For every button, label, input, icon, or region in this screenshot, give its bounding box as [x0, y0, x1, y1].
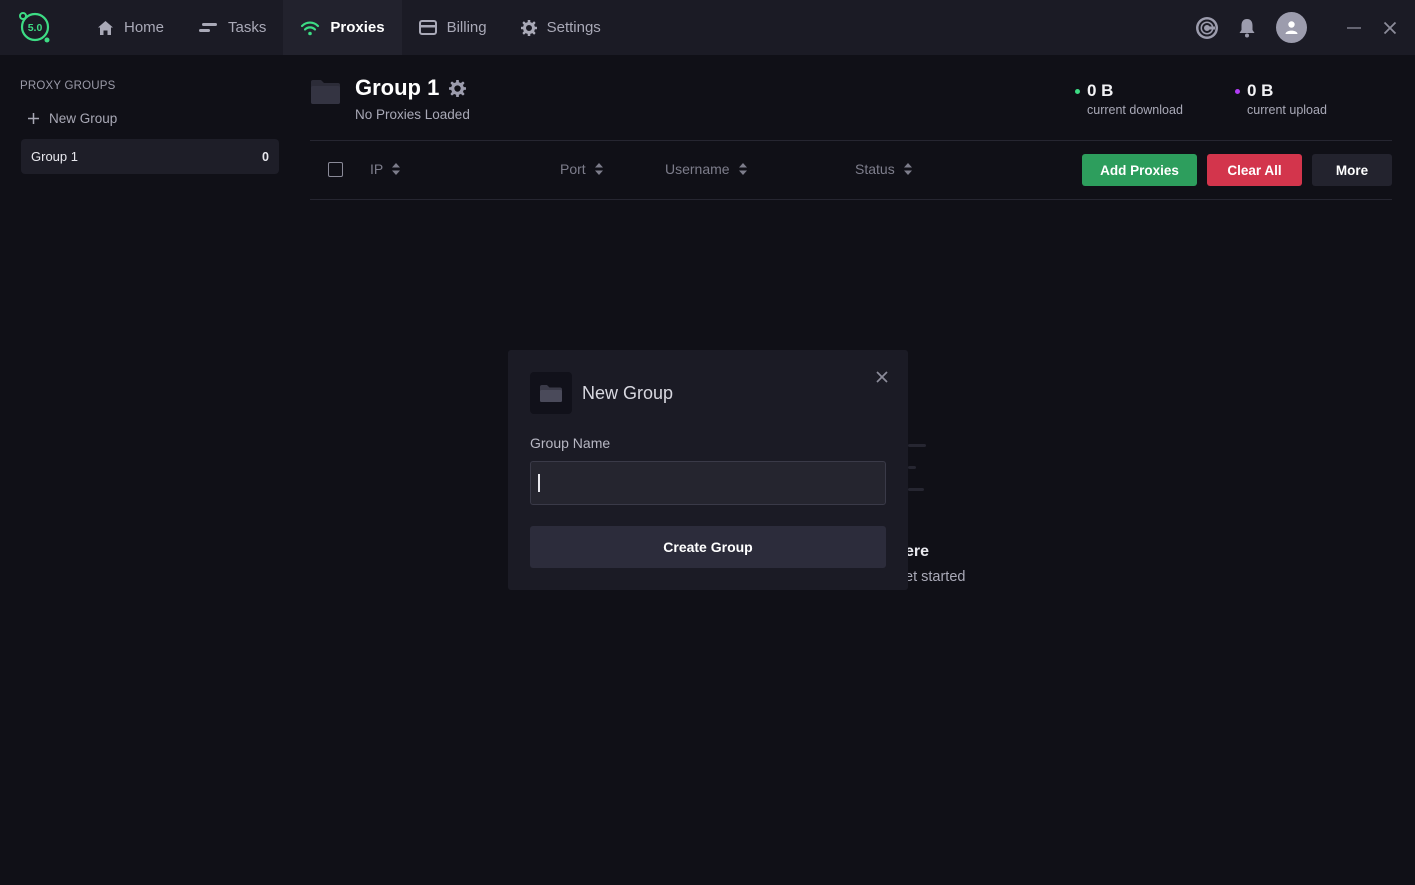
group-count: 0: [262, 149, 269, 164]
sort-icon: [738, 163, 747, 175]
main-nav: Home Tasks Proxies Billing Settings: [80, 0, 618, 55]
empty-state-title: ere: [905, 543, 930, 560]
close-window-button[interactable]: [1377, 15, 1403, 41]
app-logo[interactable]: 5.0: [18, 10, 52, 44]
nav-tasks[interactable]: Tasks: [181, 0, 283, 55]
folder-icon: [311, 80, 340, 104]
column-port[interactable]: Port: [560, 161, 603, 177]
group-subtitle: No Proxies Loaded: [355, 107, 470, 122]
brand-circle-button[interactable]: [1194, 15, 1220, 41]
divider: [310, 199, 1392, 200]
card-icon: [418, 20, 437, 35]
brand-circle-icon: [1196, 16, 1218, 39]
new-group-button[interactable]: New Group: [27, 111, 117, 126]
tasks-icon: [199, 22, 218, 32]
home-icon: [98, 20, 113, 35]
upload-dot: [1235, 88, 1240, 94]
download-dot: [1075, 88, 1080, 94]
create-group-button[interactable]: Create Group: [530, 526, 886, 568]
avatar[interactable]: [1276, 12, 1307, 43]
modal-folder-badge: [530, 372, 572, 414]
user-icon: [1285, 21, 1298, 34]
column-port-label: Port: [560, 161, 586, 177]
modal-close-button[interactable]: [876, 370, 888, 388]
download-stat: 0 B current download: [1075, 81, 1183, 117]
column-username[interactable]: Username: [665, 161, 747, 177]
upload-value: 0 B: [1247, 81, 1274, 100]
column-ip-label: IP: [370, 161, 384, 177]
new-group-modal: New Group Group Name Create Group: [508, 350, 908, 590]
nav-billing-label: Billing: [446, 19, 487, 36]
group-header: Group 1 No Proxies Loaded 0 B current do…: [310, 75, 1392, 141]
sidebar: PROXY GROUPS New Group Group 1 0: [0, 55, 298, 885]
column-status-label: Status: [855, 161, 895, 177]
sort-icon: [903, 163, 912, 175]
download-label: current download: [1087, 103, 1183, 117]
folder-icon: [540, 384, 562, 402]
nav-proxies[interactable]: Proxies: [283, 0, 402, 55]
column-username-label: Username: [665, 161, 730, 177]
group-name: Group 1: [31, 149, 78, 164]
nav-tasks-label: Tasks: [228, 19, 267, 36]
more-button[interactable]: More: [1312, 154, 1392, 186]
new-group-label: New Group: [49, 111, 118, 126]
group-name-label: Group Name: [530, 435, 611, 451]
nav-settings-label: Settings: [546, 19, 601, 36]
nav-home[interactable]: Home: [80, 0, 181, 55]
notifications-button[interactable]: [1234, 15, 1260, 41]
sort-icon: [392, 163, 401, 175]
minimize-icon: [1347, 26, 1361, 29]
logo-icon: 5.0: [19, 12, 50, 43]
column-ip[interactable]: IP: [370, 161, 401, 177]
plus-icon: [28, 113, 39, 124]
download-value: 0 B: [1087, 81, 1114, 100]
group-title: Group 1: [355, 75, 440, 100]
nav-home-label: Home: [124, 19, 165, 36]
modal-title: New Group: [582, 383, 674, 403]
minimize-button[interactable]: [1341, 15, 1367, 41]
nav-settings[interactable]: Settings: [504, 0, 618, 55]
close-icon: [1383, 21, 1397, 34]
add-proxies-button[interactable]: Add Proxies: [1082, 154, 1197, 186]
column-status[interactable]: Status: [855, 161, 912, 177]
select-all-checkbox[interactable]: [328, 162, 343, 177]
table-header: IP Port Username Status Add Proxies Clea…: [310, 141, 1392, 199]
close-icon: [876, 371, 888, 383]
wifi-icon: [301, 21, 320, 35]
empty-state-subtitle: et started: [905, 569, 966, 585]
nav-proxies-label: Proxies: [330, 19, 385, 36]
top-bar: 5.0 Home Tasks Proxies Billing Settings: [0, 0, 1415, 55]
gear-icon: [520, 19, 537, 36]
group-name-input[interactable]: [530, 461, 886, 505]
sort-icon: [594, 163, 603, 175]
sidebar-item-group-1[interactable]: Group 1 0: [21, 139, 279, 174]
logo-text: 5.0: [28, 22, 43, 34]
bell-icon: [1239, 18, 1255, 37]
top-right-actions: [1194, 0, 1415, 55]
text-caret: [538, 474, 540, 492]
upload-stat: 0 B current upload: [1235, 81, 1327, 117]
upload-label: current upload: [1247, 103, 1327, 117]
sidebar-title: PROXY GROUPS: [20, 80, 116, 92]
page-title: Group 1: [355, 75, 467, 101]
group-settings-icon[interactable]: [449, 79, 467, 97]
clear-all-button[interactable]: Clear All: [1207, 154, 1302, 186]
nav-billing[interactable]: Billing: [402, 0, 504, 55]
